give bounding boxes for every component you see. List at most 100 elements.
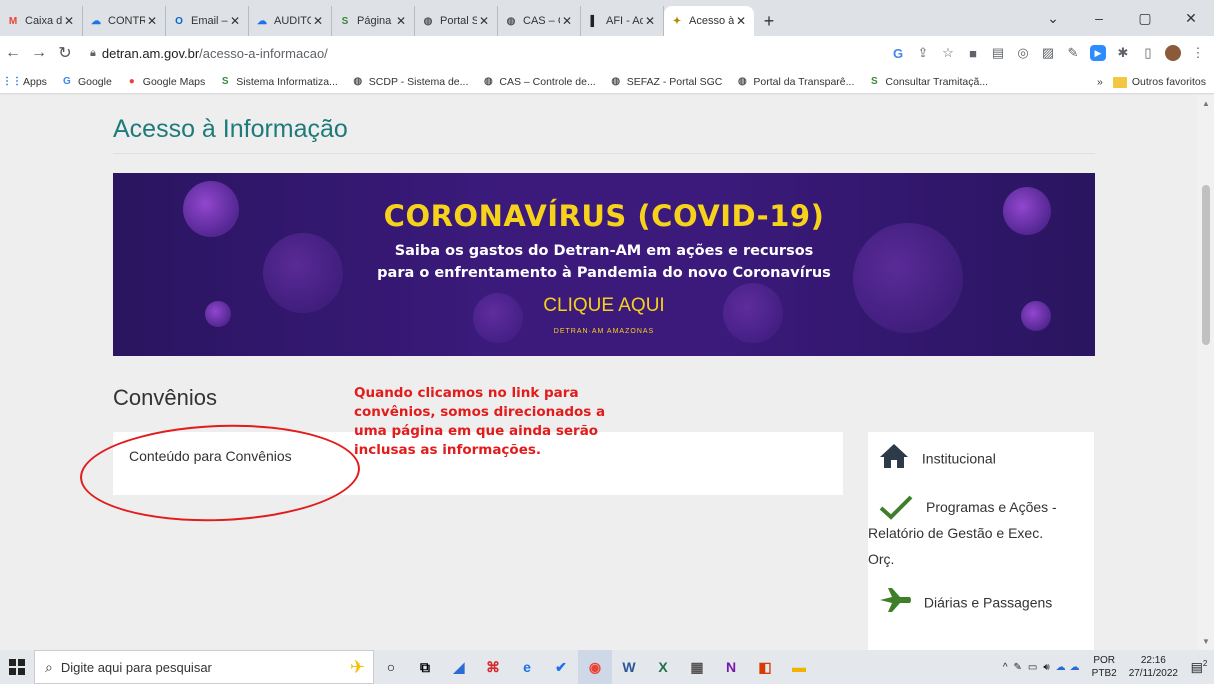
tab-close-icon[interactable]: ✕ — [145, 14, 159, 28]
browser-tab[interactable]: S Página prin✕ — [332, 6, 415, 36]
close-window-button[interactable]: ✕ — [1168, 10, 1214, 27]
volume-icon[interactable]: 🔊︎ — [1043, 662, 1049, 673]
extension-image-icon[interactable]: ▨ — [1040, 45, 1056, 61]
taskbar-search[interactable]: ⌕ Digite aqui para pesquisar ✈ — [34, 650, 374, 684]
bookmark-item[interactable]: ◍ Portal da Transparê... — [736, 76, 854, 88]
url-host: detran.am.gov.br — [101, 45, 200, 61]
scroll-thumb[interactable] — [1202, 185, 1210, 345]
tab-close-icon[interactable]: ✕ — [560, 14, 574, 28]
url-field[interactable]: 🔒︎ detran.am.gov.br/acesso-a-informacao/ — [82, 40, 782, 66]
sidebar-item-programas[interactable]: Programas e Ações - Relatório de Gestão … — [868, 494, 1094, 567]
cortana-icon[interactable]: ○ — [374, 650, 408, 684]
bookmarks-bar: ⋮⋮ Apps G Google ● Google Maps S Sistema Inform… — [0, 70, 1214, 94]
app-icon[interactable]: ◢ — [442, 650, 476, 684]
browser-tab[interactable]: M Caixa de e✕ — [0, 6, 83, 36]
extension-pen-icon[interactable]: ✎ — [1065, 45, 1081, 61]
tab-close-icon[interactable]: ✕ — [62, 14, 76, 28]
lock-icon[interactable]: 🔒︎ — [90, 47, 96, 60]
maps-pin-icon: ● — [128, 76, 135, 87]
todo-icon[interactable]: ✔ — [544, 650, 578, 684]
bookmark-item[interactable]: ● Google Maps — [126, 76, 205, 88]
tab-close-icon[interactable]: ✕ — [734, 14, 748, 28]
browser-tab[interactable]: ◍ Portal SGC✕ — [415, 6, 498, 36]
notifications-icon[interactable]: ▤2 — [1184, 659, 1214, 675]
office-icon[interactable]: ◧ — [748, 650, 782, 684]
scroll-down-arrow-icon[interactable]: ▼ — [1202, 637, 1210, 646]
extension-square-icon[interactable]: ■ — [965, 45, 981, 61]
cloud-icon[interactable]: ☁ — [1056, 662, 1066, 673]
other-bookmarks-folder[interactable]: Outros favoritos — [1132, 76, 1206, 88]
windows-taskbar: ⌕ Digite aqui para pesquisar ✈ ○ ⧉ ◢ ⌘ e… — [0, 650, 1214, 684]
browser-tab[interactable]: ◍ CAS – Con✕ — [498, 6, 581, 36]
network-icon[interactable]: ▭ — [1028, 662, 1037, 673]
globe-icon: ◍ — [353, 76, 363, 87]
reload-icon[interactable]: ↻ — [52, 43, 78, 63]
scroll-up-arrow-icon[interactable]: ▲ — [1202, 99, 1210, 108]
clock[interactable]: 22:16 27/11/2022 — [1129, 654, 1178, 680]
calculator-icon[interactable]: ▦ — [680, 650, 714, 684]
task-view-icon[interactable]: ⧉ — [408, 650, 442, 684]
tab-label: AUDITORI — [274, 15, 311, 27]
bookmark-star-icon[interactable]: ☆ — [940, 45, 956, 61]
tab-close-icon[interactable]: ✕ — [311, 14, 325, 28]
google-lens-icon[interactable]: G — [890, 45, 906, 61]
bookmark-item[interactable]: ⋮⋮ Apps — [2, 76, 47, 88]
maximize-button[interactable]: ▢ — [1122, 10, 1168, 27]
side-panel-icon[interactable]: ▯ — [1140, 45, 1156, 61]
bookmark-item[interactable]: S Sistema Informatiza... — [219, 76, 338, 88]
tab-close-icon[interactable]: ✕ — [477, 14, 491, 28]
tab-close-icon[interactable]: ✕ — [394, 14, 408, 28]
airplane-icon — [878, 588, 912, 620]
bookmark-item[interactable]: G Google — [61, 76, 112, 88]
ie-icon[interactable]: e — [510, 650, 544, 684]
share-icon[interactable]: ⇪ — [915, 45, 931, 61]
bookmark-item[interactable]: S Consultar Tramitaçã... — [868, 76, 988, 88]
tab-search-icon[interactable]: ⌄ — [1030, 10, 1076, 27]
menu-kebab-icon[interactable]: ⋮ — [1190, 45, 1206, 61]
search-icon: ⌕ — [45, 658, 53, 675]
tray-chevron-icon[interactable]: ^ — [1003, 662, 1008, 673]
avatar[interactable] — [1165, 45, 1181, 61]
forward-arrow-icon[interactable]: → — [26, 44, 52, 62]
bookmark-item[interactable]: ◍ CAS – Controle de... — [482, 76, 596, 88]
windows-start-icon[interactable] — [0, 650, 34, 684]
excel-icon[interactable]: X — [646, 650, 680, 684]
new-tab-button[interactable]: + — [754, 6, 784, 36]
minimize-button[interactable]: – — [1076, 10, 1122, 26]
sidebar-menu: Institucional Programas e Ações - Relató… — [868, 432, 1094, 650]
puzzle-extensions-icon[interactable]: ✱ — [1115, 45, 1131, 61]
file-explorer-icon[interactable]: ▬ — [782, 650, 816, 684]
tab-favicon-icon: S — [341, 15, 349, 27]
word-icon[interactable]: W — [612, 650, 646, 684]
globe-icon: ◍ — [484, 76, 493, 87]
tab-close-icon[interactable]: ✕ — [643, 14, 657, 28]
acrobat-icon[interactable]: ⌘ — [476, 650, 510, 684]
folder-icon — [1112, 76, 1127, 88]
bookmark-item[interactable]: ◍ SCDP - Sistema de... — [352, 76, 468, 88]
covid-banner[interactable]: CORONAVÍRUS (COVID-19) Saiba os gastos d… — [113, 173, 1095, 356]
bookmark-item[interactable]: ◍ SEFAZ - Portal SGC — [610, 76, 722, 88]
browser-tab[interactable]: ✦ Acesso à I✕ — [664, 6, 754, 36]
chrome-icon[interactable]: ◉ — [578, 650, 612, 684]
tab-close-icon[interactable]: ✕ — [228, 14, 242, 28]
pen-icon[interactable]: ✎ — [1014, 662, 1022, 673]
browser-tab[interactable]: ▌ AFI - Adm✕ — [581, 6, 664, 36]
sidebar-item-diarias[interactable]: Diárias e Passagens — [868, 588, 1094, 620]
cloud-icon[interactable]: ☁ — [1070, 662, 1080, 673]
globe-icon: ◍ — [611, 76, 621, 87]
banner-logos: DETRAN·AM AMAZONAS — [553, 328, 655, 335]
extension-chat-icon[interactable]: ◎ — [1015, 45, 1031, 61]
back-arrow-icon[interactable]: ← — [0, 44, 26, 62]
extension-doc-icon[interactable]: ▤ — [990, 45, 1006, 61]
zoom-extension-icon[interactable]: ▶ — [1090, 45, 1106, 61]
browser-tab[interactable]: O Email – Ma✕ — [166, 6, 249, 36]
browser-tab[interactable]: ☁ CONTROL✕ — [83, 6, 166, 36]
browser-tab[interactable]: ☁ AUDITORI✕ — [249, 6, 332, 36]
onenote-icon[interactable]: N — [714, 650, 748, 684]
language-indicator[interactable]: POR PTB2 — [1092, 654, 1117, 680]
section-title: Convênios — [113, 385, 217, 410]
bookmarks-overflow-button[interactable]: » — [1097, 76, 1103, 88]
sidebar-item-institucional[interactable]: Institucional — [868, 442, 1094, 478]
page-scrollbar[interactable]: ▲ ▼ — [1198, 95, 1214, 650]
banner-cta[interactable]: CLIQUE AQUI — [113, 295, 1095, 317]
